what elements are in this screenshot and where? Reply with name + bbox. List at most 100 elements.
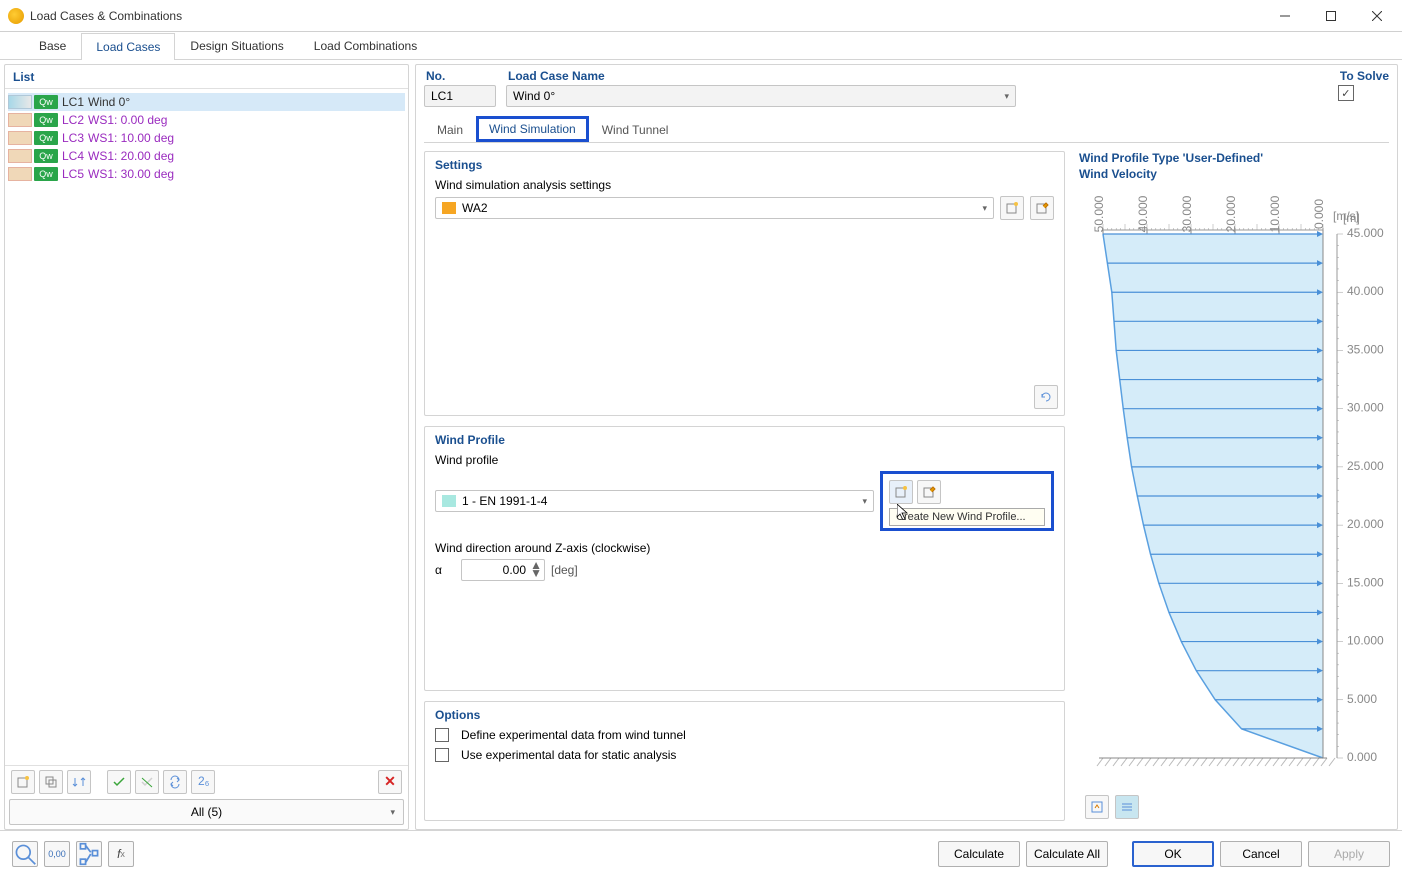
settings-dropdown[interactable]: WA2	[435, 197, 994, 219]
lc-id: LC1	[62, 95, 88, 109]
list-panel: List Qw LC1 Wind 0° Qw LC2 WS1: 0.00 deg…	[4, 64, 409, 830]
uncheck-icon[interactable]	[135, 770, 159, 794]
opt2-label: Use experimental data for static analysi…	[461, 748, 676, 762]
svg-text:5.000: 5.000	[1347, 692, 1377, 706]
opt1-label: Define experimental data from wind tunne…	[461, 728, 686, 742]
svg-text:20.000: 20.000	[1347, 517, 1384, 531]
tooltip: Create New Wind Profile...	[889, 508, 1045, 526]
lc-name: WS1: 30.00 deg	[88, 167, 174, 181]
filter-dropdown[interactable]: All (5)	[9, 799, 404, 825]
number-icon[interactable]: 2₆	[191, 770, 215, 794]
svg-text:0.000: 0.000	[1312, 199, 1326, 229]
svg-text:10.000: 10.000	[1347, 634, 1384, 648]
subtab-wind-simulation[interactable]: Wind Simulation	[476, 116, 589, 142]
new-settings-icon[interactable]	[1000, 196, 1024, 220]
filter-value: All (5)	[191, 805, 222, 819]
footer-bar: 0,00 fx Calculate Calculate All OK Cance…	[0, 830, 1402, 876]
svg-text:45.000: 45.000	[1347, 226, 1384, 240]
sub-tabbar: Main Wind Simulation Wind Tunnel	[424, 117, 1389, 143]
refresh-settings-icon[interactable]	[1034, 385, 1058, 409]
chart-export-icon[interactable]	[1085, 795, 1109, 819]
cycle-icon[interactable]	[163, 770, 187, 794]
find-icon[interactable]	[12, 841, 38, 867]
profile-chart: 50.00040.00030.00020.00010.0000.000[m/s]…	[1073, 186, 1389, 793]
profile-chart-title2: Wind Velocity	[1073, 167, 1389, 183]
edit-settings-icon[interactable]	[1030, 196, 1054, 220]
svg-text:30.000: 30.000	[1347, 401, 1384, 415]
sort-icon[interactable]	[67, 770, 91, 794]
copy-icon[interactable]	[39, 770, 63, 794]
lc-id: LC5	[62, 167, 88, 181]
alpha-input[interactable]: 0.00▲▼	[461, 559, 545, 581]
lc-id: LC2	[62, 113, 88, 127]
edit-profile-icon[interactable]	[917, 480, 941, 504]
chart-wind-icon[interactable]	[1115, 795, 1139, 819]
new-profile-icon[interactable]	[889, 480, 913, 504]
opt2-checkbox[interactable]	[435, 748, 449, 762]
list-toolbar: 2₆ ✕	[5, 765, 408, 797]
svg-text:10.000: 10.000	[1268, 196, 1282, 233]
lc-name: WS1: 20.00 deg	[88, 149, 174, 163]
badge: Qw	[34, 149, 58, 163]
svg-text:50.000: 50.000	[1092, 196, 1106, 233]
list-item[interactable]: Qw LC4 WS1: 20.00 deg	[8, 147, 405, 165]
name-input[interactable]: Wind 0°	[506, 85, 1016, 107]
wind-profile-section: Wind Profile Wind profile 1 - EN 1991-1-…	[424, 426, 1065, 691]
color-swatch	[8, 95, 32, 109]
tab-load-combinations[interactable]: Load Combinations	[299, 32, 432, 59]
color-swatch	[8, 167, 32, 181]
tab-base[interactable]: Base	[24, 32, 81, 59]
subtab-main[interactable]: Main	[424, 117, 476, 142]
subtab-wind-tunnel[interactable]: Wind Tunnel	[589, 117, 682, 142]
svg-text:15.000: 15.000	[1347, 576, 1384, 590]
delete-icon[interactable]: ✕	[378, 770, 402, 794]
list-item[interactable]: Qw LC3 WS1: 10.00 deg	[8, 129, 405, 147]
no-input[interactable]: LC1	[424, 85, 496, 107]
swatch-icon	[442, 495, 456, 507]
calculate-all-button[interactable]: Calculate All	[1026, 841, 1108, 867]
settings-label: Wind simulation analysis settings	[435, 178, 1054, 192]
solve-checkbox[interactable]	[1338, 85, 1354, 101]
color-swatch	[8, 113, 32, 127]
tree-icon[interactable]	[76, 841, 102, 867]
badge: Qw	[34, 167, 58, 181]
minimize-button[interactable]	[1262, 1, 1308, 31]
swatch-icon	[442, 202, 456, 214]
app-icon	[8, 8, 24, 24]
lc-id: LC3	[62, 131, 88, 145]
titlebar: Load Cases & Combinations	[0, 0, 1402, 32]
ok-button[interactable]: OK	[1132, 841, 1214, 867]
close-button[interactable]	[1354, 1, 1400, 31]
lc-name: WS1: 0.00 deg	[88, 113, 167, 127]
main-tabbar: Base Load Cases Design Situations Load C…	[0, 32, 1402, 60]
list-item[interactable]: Qw LC1 Wind 0°	[8, 93, 405, 111]
settings-title: Settings	[435, 158, 1054, 172]
maximize-button[interactable]	[1308, 1, 1354, 31]
units-icon[interactable]: 0,00	[44, 841, 70, 867]
opt1-checkbox[interactable]	[435, 728, 449, 742]
profile-dropdown[interactable]: 1 - EN 1991-1-4	[435, 490, 874, 512]
direction-label: Wind direction around Z-axis (clockwise)	[435, 541, 1054, 555]
tab-load-cases[interactable]: Load Cases	[81, 33, 175, 60]
highlight-box: Create New Wind Profile...	[880, 471, 1054, 531]
settings-section: Settings Wind simulation analysis settin…	[424, 151, 1065, 416]
lc-name: Wind 0°	[88, 95, 130, 109]
svg-text:30.000: 30.000	[1180, 196, 1194, 233]
list-header: List	[5, 65, 408, 89]
new-icon[interactable]	[11, 770, 35, 794]
list-item[interactable]: Qw LC5 WS1: 30.00 deg	[8, 165, 405, 183]
svg-text:40.000: 40.000	[1347, 284, 1384, 298]
apply-button[interactable]: Apply	[1308, 841, 1390, 867]
list-item[interactable]: Qw LC2 WS1: 0.00 deg	[8, 111, 405, 129]
color-swatch	[8, 149, 32, 163]
detail-panel: No. LC1 Load Case Name Wind 0° To Solve …	[415, 64, 1398, 830]
profile-chart-panel: Wind Profile Type 'User-Defined' Wind Ve…	[1073, 151, 1389, 821]
alpha-symbol: α	[435, 563, 455, 577]
badge: Qw	[34, 95, 58, 109]
calculate-button[interactable]: Calculate	[938, 841, 1020, 867]
svg-text:[m]: [m]	[1343, 211, 1360, 225]
fx-icon[interactable]: fx	[108, 841, 134, 867]
tab-design-situations[interactable]: Design Situations	[175, 32, 298, 59]
check-icon[interactable]	[107, 770, 131, 794]
cancel-button[interactable]: Cancel	[1220, 841, 1302, 867]
